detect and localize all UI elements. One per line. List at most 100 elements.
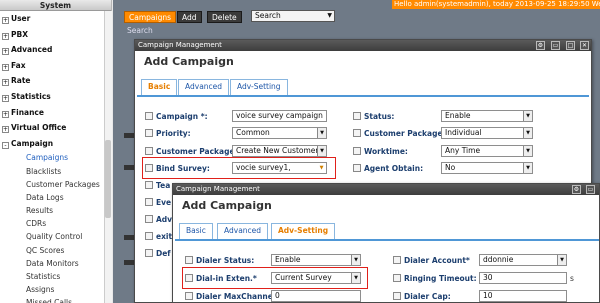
sidebar-item-advanced[interactable]: + Advanced: [0, 42, 111, 58]
sidebar-item-label: Virtual Office: [11, 123, 67, 133]
help-icon[interactable]: [145, 232, 153, 240]
bind-survey-highlight: [142, 157, 336, 179]
restore-icon[interactable]: ▭: [586, 185, 595, 194]
tab-advanced[interactable]: Advanced: [178, 79, 230, 95]
restore-icon[interactable]: ▭: [551, 41, 560, 50]
help-icon[interactable]: [353, 129, 361, 137]
field-label: Campaign *:: [156, 112, 208, 121]
dialog-titlebar[interactable]: Campaign Management ⚙ ▭ □ ✕: [135, 40, 591, 51]
help-icon[interactable]: [353, 147, 361, 155]
sidebar-item-rate[interactable]: + Rate: [0, 73, 111, 89]
sidebar-subitem-customer-packages[interactable]: Customer Packages: [0, 178, 111, 191]
expand-icon[interactable]: +: [2, 126, 9, 134]
help-icon[interactable]: [145, 198, 153, 206]
agent-obtain-select[interactable]: No ▼: [441, 162, 533, 174]
expand-icon[interactable]: +: [2, 48, 9, 56]
sidebar-title: System: [0, 0, 111, 11]
help-icon[interactable]: [145, 129, 153, 137]
status-select[interactable]: Enable ▼: [441, 110, 533, 122]
dialog-heading: Add Campaign: [144, 55, 234, 68]
sidebar-item-pbx[interactable]: + PBX: [0, 27, 111, 43]
collapse-icon[interactable]: -: [2, 141, 9, 149]
sidebar-subitem-quality-control[interactable]: Quality Control: [0, 230, 111, 243]
customer-package-select[interactable]: Create New Customer ▼: [232, 145, 327, 157]
dialer-cap-input[interactable]: 10: [479, 290, 567, 302]
select-value: No: [445, 163, 456, 172]
sidebar-item-label: User: [11, 14, 31, 23]
chevron-down-icon: ▼: [351, 255, 360, 265]
settings-icon[interactable]: ⚙: [536, 41, 545, 50]
sidebar-subitem-data-logs[interactable]: Data Logs: [0, 191, 111, 204]
help-icon[interactable]: [353, 112, 361, 120]
welcome-banner: Hello admin(systemadmin), today 2013-09-…: [392, 0, 600, 9]
search-select[interactable]: Search ▼: [251, 10, 335, 22]
expand-icon[interactable]: +: [2, 94, 9, 102]
sidebar-item-statistics[interactable]: + Statistics: [0, 89, 111, 105]
field-label: Priority:: [156, 129, 191, 138]
help-icon[interactable]: [185, 292, 193, 300]
help-icon[interactable]: [145, 112, 153, 120]
dialer-status-select[interactable]: Enable ▼: [271, 254, 361, 266]
dial-in-exten-highlight: [182, 267, 368, 289]
help-icon[interactable]: [145, 181, 153, 189]
sidebar-subitem-assigns[interactable]: Assigns: [0, 283, 111, 296]
dialer-maxchannel-input[interactable]: 0: [271, 290, 361, 302]
help-icon[interactable]: [393, 256, 401, 264]
help-icon[interactable]: [145, 215, 153, 223]
select-value: Any Time: [445, 146, 481, 155]
sidebar-item-label: Advanced: [11, 45, 53, 55]
settings-icon[interactable]: ⚙: [572, 185, 581, 194]
sidebar-item-user[interactable]: + User: [0, 11, 111, 27]
dialer-account-select[interactable]: ddonnie ▼: [479, 254, 567, 266]
campaigns-tab[interactable]: Campaigns: [124, 11, 177, 23]
expand-icon[interactable]: +: [2, 17, 9, 24]
help-icon[interactable]: [353, 164, 361, 172]
campaign-name-input[interactable]: voice survey campaign: [232, 110, 327, 122]
sidebar-subitem-missed-calls[interactable]: Missed Calls: [0, 296, 111, 303]
sidebar-subitem-data-monitors[interactable]: Data Monitors: [0, 257, 111, 270]
tab-advanced[interactable]: Advanced: [217, 223, 269, 239]
customer-package-right-row: Customer Package:: [353, 127, 446, 140]
field-label: Tea: [156, 181, 171, 190]
dialog-tabs: Basic Advanced Adv-Setting: [137, 79, 589, 97]
expand-icon[interactable]: +: [2, 63, 9, 71]
sidebar-subitem-results[interactable]: Results: [0, 204, 111, 217]
add-button[interactable]: Add: [177, 11, 202, 23]
tab-adv-setting[interactable]: Adv-Setting: [271, 223, 336, 239]
chevron-down-icon: ▼: [523, 128, 532, 138]
sidebar-subitem-qc-scores[interactable]: QC Scores: [0, 244, 111, 257]
help-icon[interactable]: [393, 274, 401, 282]
dialog-heading: Add Campaign: [182, 199, 272, 212]
sidebar-subitem-blacklists[interactable]: Blacklists: [0, 165, 111, 178]
customer-package-type-select[interactable]: Individual ▼: [441, 127, 533, 139]
tab-basic[interactable]: Basic: [179, 223, 213, 239]
field-label: Dialer Cap:: [404, 292, 451, 301]
maximize-icon[interactable]: □: [566, 41, 575, 50]
help-icon[interactable]: [185, 256, 193, 264]
field-label: Eve: [156, 198, 172, 207]
sidebar-subitem-cdrs[interactable]: CDRs: [0, 217, 111, 230]
worktime-select[interactable]: Any Time ▼: [441, 145, 533, 157]
help-icon[interactable]: [145, 249, 153, 257]
delete-button[interactable]: Delete: [207, 11, 242, 23]
tab-adv-setting[interactable]: Adv-Setting: [230, 79, 288, 95]
help-icon[interactable]: [145, 147, 153, 155]
tab-basic[interactable]: Basic: [141, 79, 178, 95]
chevron-down-icon: ▼: [317, 128, 326, 138]
sidebar-subitem-campaigns[interactable]: Campaigns: [0, 151, 111, 164]
ringing-timeout-input[interactable]: 30: [479, 272, 567, 284]
help-icon[interactable]: [393, 292, 401, 300]
expand-icon[interactable]: +: [2, 110, 9, 118]
close-icon[interactable]: ✕: [580, 41, 589, 50]
sidebar-item-fax[interactable]: + Fax: [0, 58, 111, 74]
sidebar-item-virtual-office[interactable]: + Virtual Office: [0, 120, 111, 136]
sidebar-item-label: Campaign: [11, 138, 54, 148]
sidebar-scroll-thumb[interactable]: [105, 140, 111, 218]
sidebar-item-finance[interactable]: + Finance: [0, 105, 111, 121]
dialog-titlebar[interactable]: Campaign Management ⚙ ▭: [173, 184, 599, 195]
priority-select[interactable]: Common ▼: [232, 127, 327, 139]
expand-icon[interactable]: +: [2, 32, 9, 40]
expand-icon[interactable]: +: [2, 79, 9, 87]
sidebar-subitem-statistics[interactable]: Statistics: [0, 270, 111, 283]
sidebar-item-campaign[interactable]: - Campaign: [0, 136, 111, 152]
